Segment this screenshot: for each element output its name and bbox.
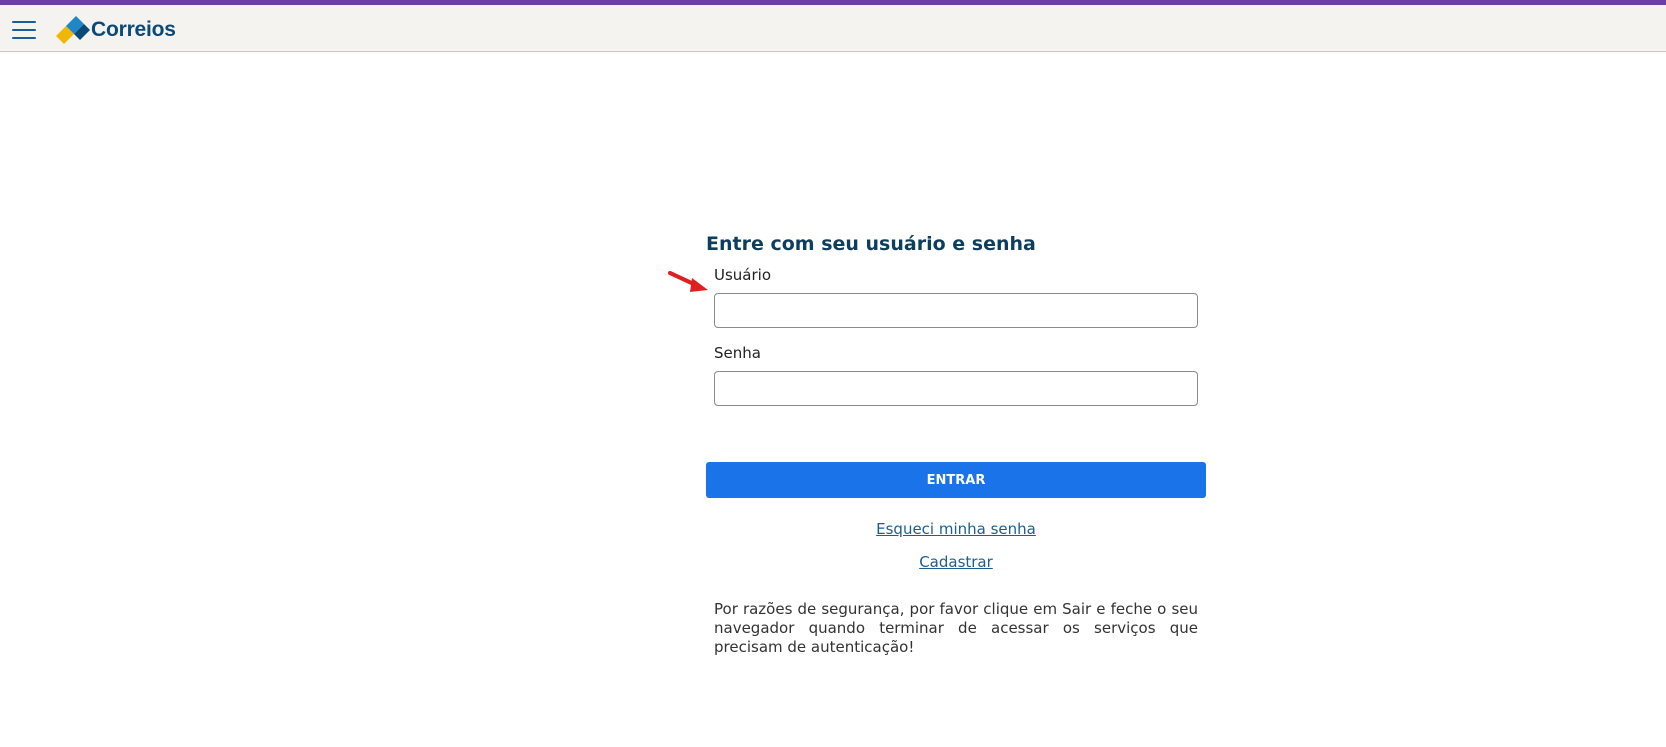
register-link[interactable]: Cadastrar (706, 553, 1206, 571)
username-input[interactable] (714, 293, 1198, 328)
top-header: Correios (0, 5, 1666, 52)
brand-name: Correios (91, 18, 176, 41)
page-title: Entre com seu usuário e senha (706, 233, 1036, 255)
login-form: Entre com seu usuário e senha Usuário Se… (668, 226, 1206, 656)
forgot-password-link[interactable]: Esqueci minha senha (706, 520, 1206, 538)
username-label: Usuário (714, 266, 772, 284)
hamburger-menu-icon[interactable] (12, 21, 36, 41)
security-notice: Por razões de segurança, por favor cliqu… (714, 600, 1198, 656)
red-arrow-icon (668, 271, 708, 292)
password-label: Senha (714, 344, 761, 362)
submit-button[interactable]: ENTRAR (706, 462, 1206, 498)
correios-logo-icon (56, 16, 90, 44)
password-input[interactable] (714, 371, 1198, 406)
brand-logo[interactable]: Correios (54, 14, 176, 46)
